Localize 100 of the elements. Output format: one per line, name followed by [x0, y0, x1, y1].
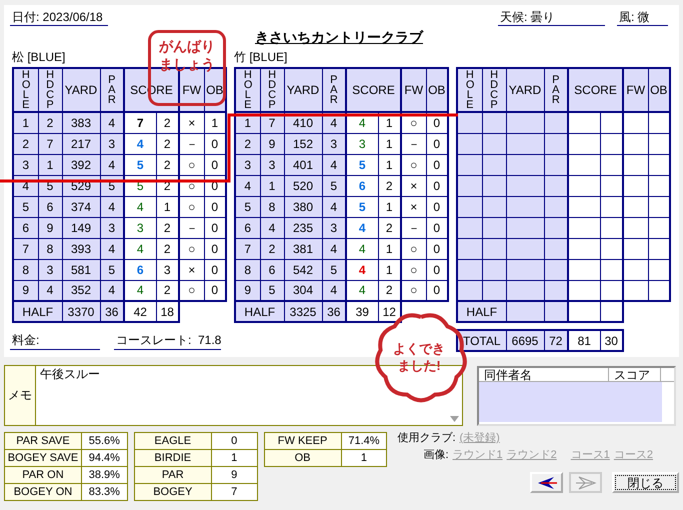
table-cell: 6 — [124, 259, 156, 280]
date-label: 日付: 2023/06/18 — [10, 10, 108, 26]
table-cell: 152 — [284, 133, 322, 154]
table-cell: 7 — [13, 238, 38, 260]
course-name: 松 [BLUE] — [12, 50, 66, 64]
table-cell: 0 — [426, 217, 448, 238]
table-cell: 81 — [568, 330, 600, 352]
table-cell: 0 — [204, 196, 226, 218]
table-cell: 6 — [260, 259, 284, 280]
table-cell: 383 — [62, 112, 100, 134]
stat-value: 0 — [211, 432, 258, 450]
table-cell — [482, 259, 506, 280]
column-header: OB — [428, 83, 446, 98]
table-cell: ○ — [179, 154, 204, 176]
table-cell: 581 — [62, 259, 100, 280]
column-header: FW — [182, 83, 202, 98]
stat-value: 9 — [211, 466, 258, 484]
table-cell: 5 — [13, 196, 38, 218]
back-button[interactable] — [530, 472, 563, 494]
table-cell: 0 — [426, 238, 448, 260]
table-cell: 6 — [346, 175, 378, 196]
table-cell — [623, 133, 648, 154]
column-header: FW — [404, 83, 424, 98]
table-cell: 149 — [62, 217, 100, 238]
table-cell: 4 — [260, 217, 284, 238]
table-cell — [506, 133, 544, 154]
table-cell: 4 — [235, 175, 260, 196]
table-cell: － — [179, 133, 204, 154]
table-cell: 6 — [235, 217, 260, 238]
column-header: HOLE — [466, 70, 474, 110]
table-cell: 4 — [346, 238, 378, 260]
table-cell: ○ — [179, 238, 204, 260]
table-cell: 3325 — [284, 301, 322, 322]
table-cell — [623, 154, 648, 176]
memo-label: メモ — [5, 366, 36, 425]
companion-list[interactable]: 同伴者名 スコア — [477, 366, 676, 426]
table-cell: 3 — [260, 154, 284, 176]
column-header: HDCP — [46, 70, 54, 110]
table-cell: 5 — [346, 154, 378, 176]
table-cell — [506, 154, 544, 176]
column-header: SCORE — [574, 83, 617, 98]
stat-value: 38.9% — [81, 466, 128, 484]
table-cell: 1 — [13, 112, 38, 134]
table-cell: 2 — [13, 133, 38, 154]
table-cell — [568, 175, 600, 196]
table-cell: 235 — [284, 217, 322, 238]
column-header: HOLE — [244, 70, 252, 110]
table-cell: 392 — [62, 154, 100, 176]
table-cell: 0 — [204, 133, 226, 154]
table-cell: 7 — [235, 238, 260, 260]
table-cell: ○ — [401, 280, 426, 302]
table-cell: 4 — [124, 280, 156, 302]
table-cell: 0 — [426, 196, 448, 218]
table-cell: － — [401, 217, 426, 238]
table-cell: 2 — [235, 133, 260, 154]
column-header: YARD — [64, 83, 98, 98]
column-header: HDCP — [268, 70, 276, 110]
table-cell: 42 — [124, 301, 156, 322]
course-name: 竹 [BLUE] — [234, 50, 288, 64]
table-cell: 374 — [62, 196, 100, 218]
scroll-down-icon[interactable] — [450, 416, 459, 422]
table-cell — [482, 196, 506, 218]
table-cell — [506, 259, 544, 280]
table-cell: HALF — [457, 301, 506, 322]
table-cell: 8 — [260, 196, 284, 218]
table-cell: 3 — [13, 154, 38, 176]
stat-value: 1 — [341, 450, 387, 466]
stat-value: 83.3% — [81, 484, 128, 500]
column-header: PAR — [330, 74, 338, 105]
table-cell: 381 — [284, 238, 322, 260]
stat-label: BOGEY ON — [4, 484, 82, 500]
table-cell: ○ — [179, 196, 204, 218]
table-cell: － — [401, 133, 426, 154]
table-cell: × — [179, 259, 204, 280]
table-cell — [623, 175, 648, 196]
column-header: PAR — [108, 74, 116, 105]
table-cell — [506, 238, 544, 260]
stat-label: BOGEY SAVE — [4, 450, 82, 466]
table-cell: ○ — [401, 259, 426, 280]
table-cell: ○ — [179, 280, 204, 302]
table-cell: × — [401, 196, 426, 218]
table-cell: 0 — [426, 259, 448, 280]
column-header: SCORE — [352, 83, 395, 98]
table-cell: 0 — [426, 175, 448, 196]
table-cell: 5 — [346, 196, 378, 218]
table-cell: 5 — [124, 154, 156, 176]
table-cell: 1 — [204, 112, 226, 134]
table-cell: 3 — [38, 259, 62, 280]
table-cell — [482, 217, 506, 238]
table-cell: 0 — [204, 217, 226, 238]
table-cell: 9 — [38, 217, 62, 238]
table-cell: 4 — [124, 196, 156, 218]
table-cell: 9 — [235, 280, 260, 302]
table-cell — [482, 154, 506, 176]
close-button[interactable]: 閉じる — [612, 472, 679, 494]
table-cell: 4 — [346, 259, 378, 280]
table-cell: 401 — [284, 154, 322, 176]
column-header: 同伴者名 — [479, 368, 609, 381]
table-cell — [623, 238, 648, 260]
fee-label: 料金: — [10, 333, 100, 350]
